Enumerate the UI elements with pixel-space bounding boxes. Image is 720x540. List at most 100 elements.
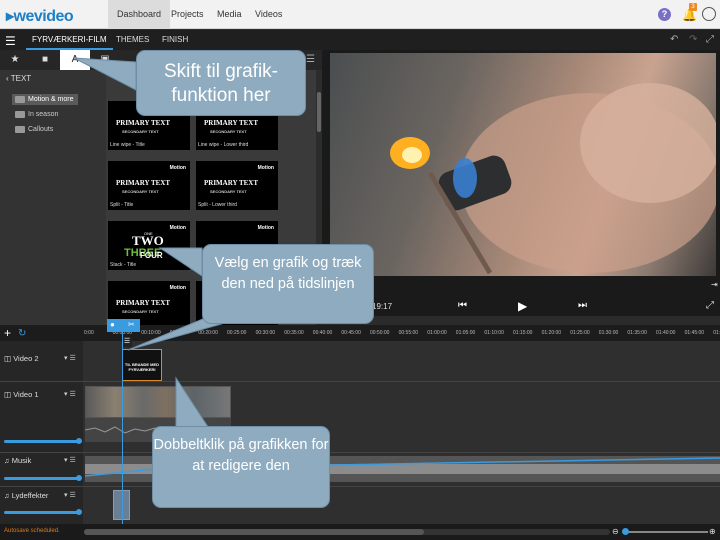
thumb-label: Line wipe - Title bbox=[110, 142, 145, 148]
list-view-icon[interactable]: ☰ bbox=[306, 54, 315, 65]
ruler-tick-label: 01:45:00 bbox=[684, 330, 705, 336]
grid-scroll-thumb[interactable] bbox=[317, 92, 321, 132]
thumb-label: Split - Title bbox=[110, 202, 134, 208]
user-avatar-icon[interactable] bbox=[702, 7, 716, 21]
volume-slider[interactable] bbox=[4, 477, 80, 480]
thumb-primary-text: PRIMARY TEXT bbox=[116, 179, 171, 187]
zoom-slider[interactable] bbox=[624, 531, 708, 533]
menu-icon[interactable]: ☰ bbox=[5, 34, 16, 48]
thumb-secondary-text: SECONDARY TEXT bbox=[210, 129, 247, 134]
ruler-tick-label: 01:30:00 bbox=[598, 330, 619, 336]
ruler-tick-label: 00:30:00 bbox=[255, 330, 276, 336]
play-icon[interactable]: ▶ bbox=[518, 299, 527, 313]
graphic-thumbnail[interactable]: Motion PRIMARY TEXT SECONDARY TEXT Split - … bbox=[196, 161, 278, 210]
tab-project[interactable]: FYRVÆRKERI-FILM bbox=[26, 30, 113, 50]
motion-badge: Motion bbox=[257, 225, 274, 231]
graphic-clip[interactable]: TIL BRANDE MED FYRVÆRKERI bbox=[122, 349, 162, 381]
track-divider bbox=[0, 452, 720, 453]
category-motion-more[interactable]: Motion & more bbox=[12, 94, 78, 105]
zoom-knob[interactable] bbox=[622, 528, 629, 535]
expand-icon[interactable]: ⤢ bbox=[706, 300, 714, 311]
track-lydeffekter[interactable]: ♫ Lydeffekter bbox=[4, 491, 48, 500]
magnet-icon[interactable]: ↻ bbox=[18, 328, 26, 339]
track-video-1[interactable]: ◫ Video 1 bbox=[4, 390, 39, 399]
callout-select-graphic: Vælg en grafik og træk den ned på tidsli… bbox=[202, 244, 374, 324]
category-label: Motion & more bbox=[28, 96, 74, 103]
favorites-icon[interactable]: ★ bbox=[0, 50, 30, 70]
nav-tab-media[interactable]: Media bbox=[208, 0, 251, 29]
thumb-secondary-text: SECONDARY TEXT bbox=[210, 189, 247, 194]
fullscreen-icon[interactable]: ⤢ bbox=[706, 34, 714, 45]
graphic-clip-text: TIL BRANDE MED FYRVÆRKERI bbox=[124, 362, 160, 372]
track-label: Video 1 bbox=[13, 390, 39, 399]
track-musik[interactable]: ♫ Musik bbox=[4, 456, 31, 465]
callout-double-click: Dobbeltklik på grafikken for at redigere… bbox=[152, 426, 330, 508]
volume-knob[interactable] bbox=[76, 438, 82, 444]
transitions-icon[interactable]: ▣ bbox=[90, 50, 120, 70]
film-icon: ◫ bbox=[4, 354, 12, 363]
detach-icon[interactable]: ⇥ bbox=[711, 280, 718, 289]
graphic-thumbnail[interactable]: Motion PRIMARY TEXT SECONDARY TEXT Split - … bbox=[108, 161, 190, 210]
thumb-secondary-text: SECONDARY TEXT bbox=[122, 129, 159, 134]
thumb-label: Line wipe - Lower third bbox=[198, 142, 249, 148]
ruler-tick-label: 01:00:00 bbox=[427, 330, 447, 336]
nav-tab-videos[interactable]: Videos bbox=[246, 0, 291, 29]
category-callouts[interactable]: Callouts bbox=[12, 124, 78, 135]
video-clip-1[interactable] bbox=[85, 386, 231, 418]
back-to-text-button[interactable]: ‹ TEXT bbox=[6, 74, 31, 83]
ruler-tick-label: 01:10:00 bbox=[484, 330, 504, 336]
track-menu-icon[interactable]: ▾ ☰ bbox=[64, 456, 76, 464]
folder-icon bbox=[15, 126, 25, 133]
text-graphics-icon[interactable]: A bbox=[60, 50, 90, 70]
track-menu-icon[interactable]: ▾ ☰ bbox=[64, 491, 76, 499]
help-icon[interactable]: ? bbox=[658, 8, 671, 21]
undo-icon[interactable]: ↶ bbox=[670, 34, 678, 45]
ruler-tick-label: 00:35:00 bbox=[284, 330, 304, 336]
playhead-marker[interactable]: ● ✂ bbox=[107, 319, 140, 332]
wevideo-logo[interactable]: ▸wevideo bbox=[6, 6, 74, 26]
marker-icon[interactable]: ● bbox=[110, 320, 115, 329]
add-track-icon[interactable]: + bbox=[4, 327, 11, 339]
ruler-tick-label: 01:35:00 bbox=[627, 330, 647, 336]
autosave-status: Autosave scheduled. bbox=[4, 528, 60, 534]
redo-icon[interactable]: ↷ bbox=[689, 34, 697, 45]
ruler-tick-label: 00:50:00 bbox=[370, 330, 390, 336]
ruler-tick-label: 00:55:00 bbox=[398, 330, 419, 336]
next-icon[interactable]: ⏭ bbox=[578, 300, 587, 311]
video-preview[interactable] bbox=[330, 53, 716, 276]
volume-knob[interactable] bbox=[76, 475, 82, 481]
zoom-out-icon[interactable]: ⊖ bbox=[612, 527, 619, 536]
track-label: Lydeffekter bbox=[11, 491, 49, 500]
back-label: TEXT bbox=[10, 74, 32, 83]
nav-tab-dashboard[interactable]: Dashboard bbox=[108, 0, 171, 29]
film-icon: ◫ bbox=[4, 390, 12, 399]
playhead[interactable] bbox=[122, 325, 123, 524]
ruler-tick-label: 01:20:00 bbox=[541, 330, 562, 336]
thumb-label: Split - Lower third bbox=[198, 202, 237, 208]
volume-knob[interactable] bbox=[76, 509, 82, 515]
track-divider bbox=[0, 486, 720, 487]
split-icon[interactable]: ✂ bbox=[128, 320, 135, 329]
track-menu-icon[interactable]: ▾ ☰ bbox=[64, 354, 76, 362]
thumb-secondary-text: SECONDARY TEXT bbox=[122, 309, 159, 314]
clip-menu-icon[interactable]: ☰ bbox=[122, 337, 132, 347]
motion-badge: Motion bbox=[169, 225, 186, 231]
volume-slider[interactable] bbox=[4, 440, 80, 443]
previous-icon[interactable]: ⏮ bbox=[458, 300, 467, 311]
nav-tab-projects[interactable]: Projects bbox=[162, 0, 213, 29]
volume-slider[interactable] bbox=[4, 511, 80, 514]
zoom-in-icon[interactable]: ⊕ bbox=[709, 527, 716, 536]
track-label: Musik bbox=[11, 456, 32, 465]
category-in-season[interactable]: In season bbox=[12, 109, 78, 120]
tab-finish[interactable]: FINISH bbox=[156, 30, 194, 50]
media-folder-icon[interactable]: ■ bbox=[30, 50, 60, 70]
thumb-secondary-text: SECONDARY TEXT bbox=[122, 189, 159, 194]
callout-switch-graphics: Skift til grafik-funktion her bbox=[136, 50, 306, 116]
tab-themes[interactable]: THEMES bbox=[110, 30, 155, 50]
timeline-scroll-thumb[interactable] bbox=[84, 529, 424, 535]
logo-text: wevideo bbox=[13, 8, 74, 25]
track-video-2[interactable]: ◫ Video 2 bbox=[4, 354, 39, 363]
graphic-thumbnail[interactable]: Motion ONE TWO THREE FOUR Stack - Title bbox=[108, 221, 190, 270]
thumb-primary-text: PRIMARY TEXT bbox=[116, 119, 171, 127]
track-menu-icon[interactable]: ▾ ☰ bbox=[64, 390, 76, 398]
